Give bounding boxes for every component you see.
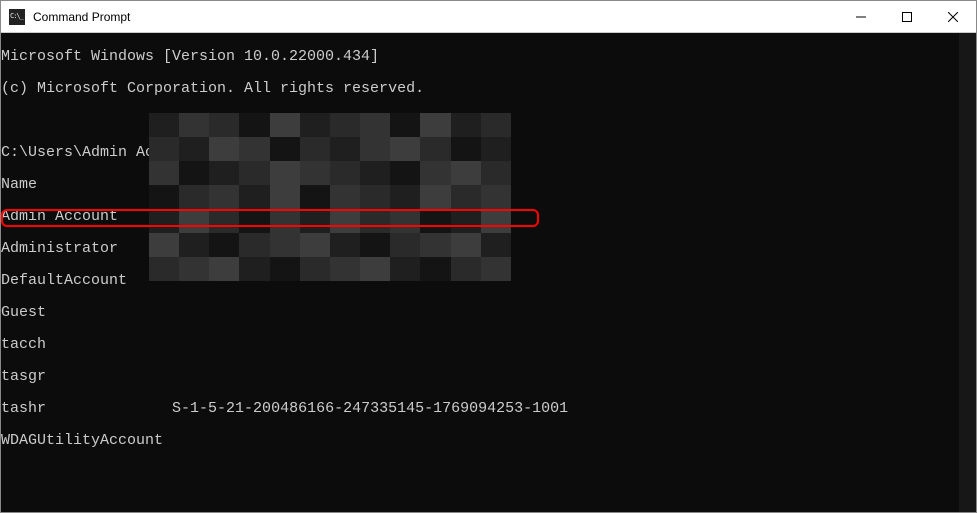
terminal-area[interactable]: Microsoft Windows [Version 10.0.22000.43… bbox=[1, 33, 976, 512]
table-row: WDAGUtilityAccount bbox=[1, 433, 958, 449]
table-row: Guest bbox=[1, 305, 958, 321]
minimize-button[interactable] bbox=[838, 1, 884, 33]
col-name: Name bbox=[1, 176, 37, 193]
titlebar[interactable]: Command Prompt bbox=[1, 1, 976, 33]
banner-line: (c) Microsoft Corporation. All rights re… bbox=[1, 81, 958, 97]
table-row: tasgr bbox=[1, 369, 958, 385]
table-row: Admin Account bbox=[1, 209, 958, 225]
command-prompt-window: Command Prompt Microsoft Windows [Versio… bbox=[0, 0, 977, 513]
prompt-path: C:\Users\Admin Account> bbox=[1, 144, 208, 161]
table-row-highlighted: tashr S-1-5-21-200486166-247335145-17690… bbox=[1, 401, 958, 417]
table-header: Name SID bbox=[1, 177, 958, 193]
close-button[interactable] bbox=[930, 1, 976, 33]
cmd-icon bbox=[9, 9, 25, 25]
window-title: Command Prompt bbox=[33, 10, 130, 24]
maximize-button[interactable] bbox=[884, 1, 930, 33]
prompt-line: C:\Users\Admin Account>wmic useraccount … bbox=[1, 145, 958, 161]
terminal-output: Microsoft Windows [Version 10.0.22000.43… bbox=[1, 33, 958, 512]
entered-command: wmic useraccount get name, SID bbox=[208, 144, 478, 161]
banner-line: Microsoft Windows [Version 10.0.22000.43… bbox=[1, 49, 958, 65]
sid-value: S-1-5-21-200486166-247335145-1769094253-… bbox=[172, 400, 568, 417]
vertical-scrollbar[interactable] bbox=[959, 33, 976, 512]
table-row: tacch bbox=[1, 337, 958, 353]
table-row: Administrator bbox=[1, 241, 958, 257]
col-sid: SID bbox=[172, 176, 199, 193]
table-row: DefaultAccount bbox=[1, 273, 958, 289]
